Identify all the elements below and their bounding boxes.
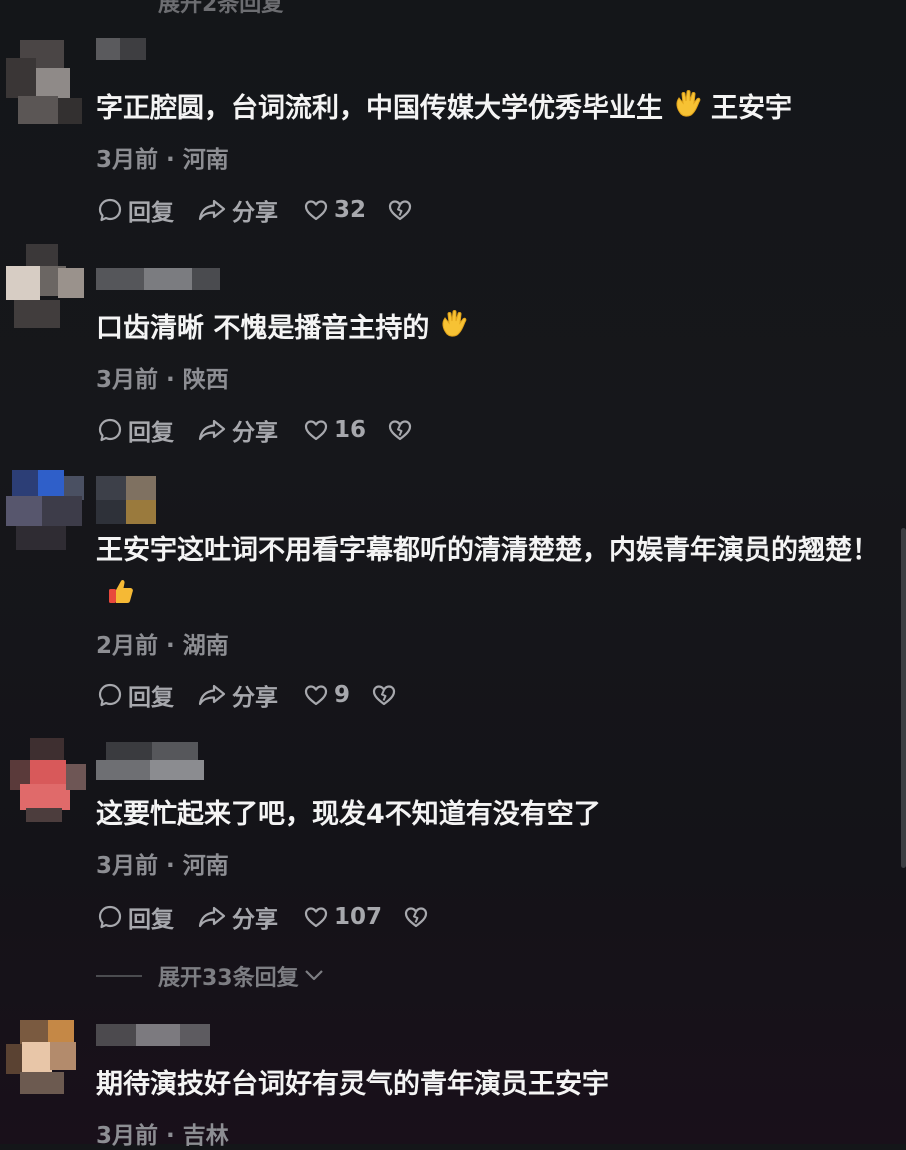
expand-replies-link[interactable]: 展开2条回复: [158, 0, 283, 18]
comment-text: 口齿清晰 不愧是播音主持的: [96, 306, 882, 353]
comment-text: 王安宇这吐词不用看字幕都听的清清楚楚，内娱青年演员的翘楚！: [96, 528, 882, 621]
chevron-down-icon: [303, 964, 325, 989]
like-count: 16: [334, 417, 367, 443]
comment-bubble-icon: [96, 681, 124, 709]
avatar[interactable]: [6, 738, 86, 822]
share-button[interactable]: 分享: [196, 900, 278, 934]
comment-text: 期待演技好台词好有灵气的青年演员王安宇: [96, 1069, 609, 1100]
share-label: 分享: [232, 200, 278, 226]
share-button[interactable]: 分享: [196, 193, 278, 227]
comment-meta: 3月前 · 河南: [96, 853, 229, 879]
reply-button[interactable]: 回复: [96, 678, 174, 712]
reply-button[interactable]: 回复: [96, 193, 174, 227]
broken-heart-icon: [402, 903, 430, 931]
avatar[interactable]: [6, 40, 86, 124]
broken-heart-icon: [386, 416, 414, 444]
clap-hands-emoji: [673, 87, 703, 133]
share-button[interactable]: 分享: [196, 678, 278, 712]
reply-label: 回复: [128, 420, 174, 446]
avatar[interactable]: [6, 1020, 86, 1104]
heart-icon: [302, 416, 330, 444]
username-blurred[interactable]: [96, 1024, 210, 1046]
thumbs-up-emoji: [106, 575, 136, 621]
comment-actions: 回复 分享 16: [96, 413, 414, 447]
like-count: 107: [334, 904, 383, 930]
share-label: 分享: [232, 420, 278, 446]
comment-actions: 回复 分享 9: [96, 678, 398, 712]
username-blurred[interactable]: [96, 476, 156, 526]
share-arrow-icon: [196, 416, 228, 444]
username-blurred[interactable]: [96, 38, 146, 60]
reply-button[interactable]: 回复: [96, 900, 174, 934]
like-button[interactable]: 32: [302, 196, 366, 224]
comment-meta: 2月前 · 湖南: [96, 633, 229, 659]
heart-icon: [302, 903, 330, 931]
broken-heart-icon: [386, 196, 414, 224]
avatar[interactable]: [6, 470, 86, 554]
comment-bubble-icon: [96, 903, 124, 931]
reply-button[interactable]: 回复: [96, 413, 174, 447]
broken-heart-icon: [370, 681, 398, 709]
comment-meta: 3月前 · 河南: [96, 147, 229, 173]
comment-text: 字正腔圆，台词流利，中国传媒大学优秀毕业生 王安宇: [96, 86, 882, 133]
share-arrow-icon: [196, 903, 228, 931]
dislike-button[interactable]: [386, 196, 414, 224]
share-label: 分享: [232, 907, 278, 933]
avatar[interactable]: [6, 244, 86, 328]
dislike-button[interactable]: [386, 416, 414, 444]
dislike-button[interactable]: [370, 681, 398, 709]
reply-label: 回复: [128, 685, 174, 711]
comment-actions: 回复 分享 32: [96, 193, 414, 227]
share-button[interactable]: 分享: [196, 413, 278, 447]
divider: [96, 975, 142, 977]
comment-bubble-icon: [96, 196, 124, 224]
expand-replies-button[interactable]: 展开33条回复: [96, 960, 325, 992]
comment-meta: 3月前 · 陕西: [96, 367, 229, 393]
scrollbar[interactable]: [901, 528, 906, 868]
comment-meta: 3月前 · 吉林: [96, 1123, 229, 1149]
like-button[interactable]: 9: [302, 681, 350, 709]
like-count: 9: [334, 682, 351, 708]
expand-replies-label: 展开33条回复: [158, 966, 299, 991]
like-count: 32: [334, 197, 367, 223]
like-button[interactable]: 107: [302, 903, 382, 931]
dislike-button[interactable]: [402, 903, 430, 931]
username-blurred[interactable]: [96, 268, 220, 290]
username-blurred[interactable]: [96, 742, 204, 780]
heart-icon: [302, 681, 330, 709]
share-arrow-icon: [196, 196, 228, 224]
share-label: 分享: [232, 685, 278, 711]
comment-text: 这要忙起来了吧，现发4不知道有没有空了: [96, 799, 601, 830]
heart-icon: [302, 196, 330, 224]
share-arrow-icon: [196, 681, 228, 709]
reply-label: 回复: [128, 200, 174, 226]
comment-bubble-icon: [96, 416, 124, 444]
comment-actions: 回复 分享 107: [96, 900, 430, 934]
clap-hands-emoji: [439, 307, 469, 353]
like-button[interactable]: 16: [302, 416, 366, 444]
reply-label: 回复: [128, 907, 174, 933]
